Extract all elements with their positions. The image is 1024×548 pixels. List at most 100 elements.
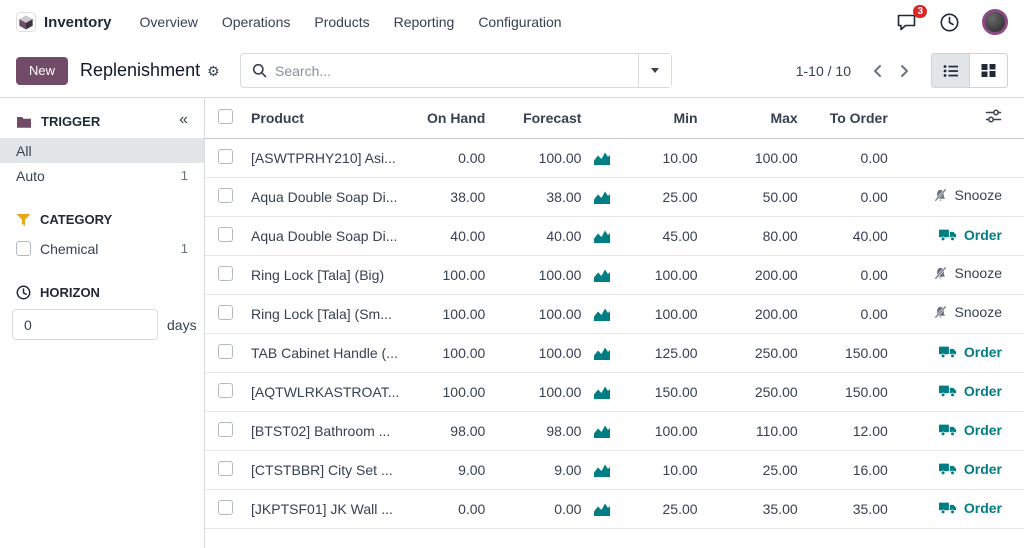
list-view-button[interactable] xyxy=(931,53,970,88)
snooze-icon xyxy=(933,188,948,203)
row-checkbox[interactable] xyxy=(218,383,233,398)
row-action-button[interactable]: Snooze xyxy=(933,304,1002,320)
table-row[interactable]: TAB Cabinet Handle (... 100.00 100.00 12… xyxy=(205,333,1024,372)
row-action-button[interactable]: Order xyxy=(939,461,1002,477)
forecast-chart-icon[interactable] xyxy=(593,307,611,322)
min-value: 150.00 xyxy=(619,372,701,411)
new-button[interactable]: New xyxy=(16,57,68,85)
column-header-on-hand[interactable]: On Hand xyxy=(421,98,489,138)
select-all-checkbox[interactable] xyxy=(218,109,233,124)
to-order-value: 40.00 xyxy=(802,216,892,255)
table-row[interactable]: Ring Lock [Tala] (Big) 100.00 100.00 100… xyxy=(205,255,1024,294)
row-action-button[interactable]: Order xyxy=(939,500,1002,516)
row-checkbox[interactable] xyxy=(218,344,233,359)
forecast-chart-icon[interactable] xyxy=(593,151,611,166)
forecast-chart-icon[interactable] xyxy=(593,229,611,244)
search-input[interactable] xyxy=(275,63,638,79)
table-row[interactable]: Aqua Double Soap Di... 40.00 40.00 45.00… xyxy=(205,216,1024,255)
search-dropdown-toggle[interactable] xyxy=(638,54,671,87)
truck-icon xyxy=(939,384,957,398)
pager-prev-button[interactable] xyxy=(865,56,891,86)
kanban-view-icon xyxy=(980,62,997,79)
column-header-to-order[interactable]: To Order xyxy=(802,98,892,138)
forecast-chart-icon[interactable] xyxy=(593,463,611,478)
row-action-button[interactable]: Snooze xyxy=(933,187,1002,203)
max-value: 200.00 xyxy=(702,294,802,333)
min-value: 25.00 xyxy=(619,177,701,216)
table-row[interactable]: Aqua Double Soap Di... 38.00 38.00 25.00… xyxy=(205,177,1024,216)
column-header-max[interactable]: Max xyxy=(702,98,802,138)
row-checkbox[interactable] xyxy=(218,227,233,242)
table-row[interactable]: Ring Lock [Tala] (Sm... 100.00 100.00 10… xyxy=(205,294,1024,333)
filter-count: 1 xyxy=(181,168,188,183)
row-checkbox[interactable] xyxy=(218,188,233,203)
forecast-chart-icon[interactable] xyxy=(593,346,611,361)
row-action-label: Snooze xyxy=(955,187,1002,203)
column-header-min[interactable]: Min xyxy=(619,98,701,138)
forecast-value: 100.00 xyxy=(489,372,585,411)
forecast-value: 98.00 xyxy=(489,411,585,450)
product-name: TAB Cabinet Handle (... xyxy=(251,345,398,361)
row-checkbox[interactable] xyxy=(218,500,233,515)
menu-reporting[interactable]: Reporting xyxy=(394,0,455,44)
category-checkbox[interactable] xyxy=(16,241,31,256)
table-body: [ASWTPRHY210] Asi... 0.00 100.00 10.00 1… xyxy=(205,138,1024,528)
table-row[interactable]: [ASWTPRHY210] Asi... 0.00 100.00 10.00 1… xyxy=(205,138,1024,177)
table-row[interactable]: [JKPTSF01] JK Wall ... 0.00 0.00 25.00 3… xyxy=(205,489,1024,528)
row-action-button[interactable]: Order xyxy=(939,227,1002,243)
filter-label: Auto xyxy=(16,168,45,184)
messages-icon[interactable]: 3 xyxy=(896,12,917,32)
to-order-value: 0.00 xyxy=(802,255,892,294)
menu-overview[interactable]: Overview xyxy=(140,0,198,44)
column-header-product[interactable]: Product xyxy=(245,98,421,138)
menu-operations[interactable]: Operations xyxy=(222,0,290,44)
row-checkbox[interactable] xyxy=(218,266,233,281)
filter-trigger-all[interactable]: All xyxy=(0,138,204,163)
table-row[interactable]: [CTSTBBR] City Set ... 9.00 9.00 10.00 2… xyxy=(205,450,1024,489)
list-view: Product On Hand Forecast Min Max To Orde… xyxy=(205,98,1024,548)
horizon-section-title: HORIZON xyxy=(40,285,100,300)
forecast-chart-icon[interactable] xyxy=(593,502,611,517)
forecast-chart-icon[interactable] xyxy=(593,424,611,439)
action-gear-icon[interactable]: ⚙ xyxy=(207,64,220,78)
filter-trigger-auto[interactable]: Auto 1 xyxy=(0,163,204,188)
row-action-button[interactable]: Order xyxy=(939,383,1002,399)
menu-products[interactable]: Products xyxy=(314,0,369,44)
forecast-chart-icon[interactable] xyxy=(593,268,611,283)
forecast-chart-icon[interactable] xyxy=(593,385,611,400)
app-switcher[interactable]: Inventory xyxy=(16,12,112,32)
filter-count: 1 xyxy=(181,241,188,256)
row-action-button[interactable]: Snooze xyxy=(933,265,1002,281)
min-value: 100.00 xyxy=(619,294,701,333)
pager-range: 1-10 / 10 xyxy=(796,63,851,79)
row-checkbox[interactable] xyxy=(218,461,233,476)
max-value: 200.00 xyxy=(702,255,802,294)
row-action-label: Order xyxy=(964,500,1002,516)
column-header-forecast[interactable]: Forecast xyxy=(489,98,585,138)
kanban-view-button[interactable] xyxy=(969,53,1008,88)
forecast-value: 100.00 xyxy=(489,333,585,372)
optional-columns-icon[interactable] xyxy=(985,108,1002,124)
forecast-chart-icon[interactable] xyxy=(593,190,611,205)
menu-configuration[interactable]: Configuration xyxy=(478,0,561,44)
pager-next-button[interactable] xyxy=(891,56,917,86)
user-avatar[interactable] xyxy=(982,9,1008,35)
activities-clock-icon[interactable] xyxy=(939,12,960,33)
table-row[interactable]: [BTST02] Bathroom ... 98.00 98.00 100.00… xyxy=(205,411,1024,450)
row-checkbox[interactable] xyxy=(218,149,233,164)
row-action-button[interactable]: Order xyxy=(939,344,1002,360)
filter-category-chemical[interactable]: Chemical 1 xyxy=(0,236,204,261)
table-row[interactable]: [AQTWLRKASTROAT... 100.00 100.00 150.00 … xyxy=(205,372,1024,411)
app-name[interactable]: Inventory xyxy=(44,14,112,31)
collapse-sidebar-icon[interactable]: « xyxy=(179,112,188,128)
row-checkbox[interactable] xyxy=(218,422,233,437)
min-value: 125.00 xyxy=(619,333,701,372)
row-action-button[interactable]: Order xyxy=(939,422,1002,438)
min-value: 100.00 xyxy=(619,255,701,294)
horizon-clock-icon xyxy=(16,285,31,300)
horizon-days-input[interactable] xyxy=(12,309,158,340)
row-checkbox[interactable] xyxy=(218,305,233,320)
max-value: 25.00 xyxy=(702,450,802,489)
search-icon xyxy=(252,63,267,78)
messages-badge: 3 xyxy=(913,5,927,18)
